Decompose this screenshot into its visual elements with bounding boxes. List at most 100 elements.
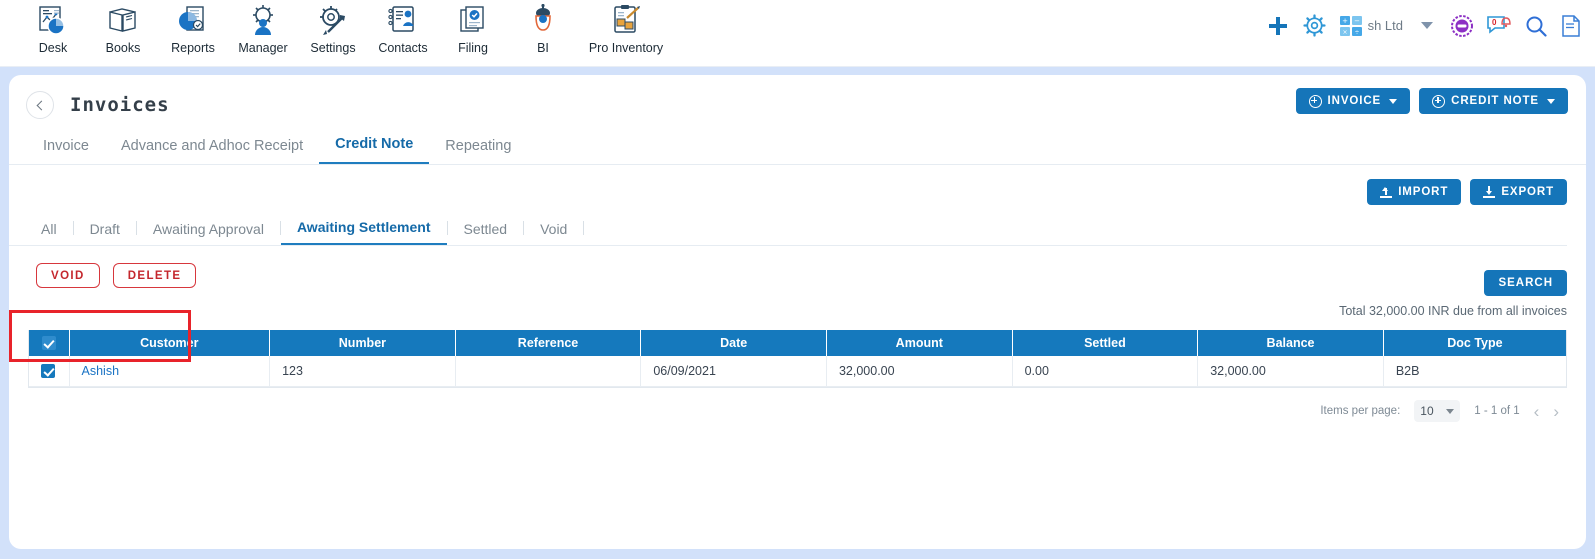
module-bi[interactable]: BI <box>508 4 578 55</box>
gear-icon <box>1302 14 1326 37</box>
reports-piechart-icon <box>179 6 204 31</box>
module-books[interactable]: Books <box>88 4 158 55</box>
module-settings[interactable]: Settings <box>298 4 368 55</box>
column-header-customer[interactable]: Customer <box>69 330 271 356</box>
new-credit-note-button[interactable]: CREDIT NOTE <box>1419 88 1568 114</box>
back-button[interactable] <box>26 91 54 119</box>
status-tab-void[interactable]: Void <box>524 221 583 245</box>
appbar-right-actions: + − × ÷ sh Ltd 0 <box>1267 14 1581 37</box>
new-invoice-label: INVOICE <box>1327 95 1382 107</box>
rewards-button[interactable] <box>1451 14 1473 37</box>
tab-repeating[interactable]: Repeating <box>429 138 527 164</box>
column-header-date[interactable]: Date <box>640 330 827 356</box>
notification-count: 0 <box>1492 17 1497 27</box>
column-header-reference[interactable]: Reference <box>455 330 642 356</box>
column-header-settled[interactable]: Settled <box>1012 330 1199 356</box>
manager-gear-person-icon <box>253 5 273 35</box>
chevron-down-icon <box>1446 408 1455 414</box>
import-button[interactable]: IMPORT <box>1367 179 1462 205</box>
cell-settled: 0.00 <box>1012 356 1199 387</box>
plus-icon <box>1268 16 1287 35</box>
select-all-header[interactable] <box>29 330 70 356</box>
company-dropdown-toggle[interactable] <box>1417 22 1437 29</box>
back-chevron-icon <box>36 100 47 110</box>
module-manager[interactable]: Manager <box>228 4 298 55</box>
column-header-amount[interactable]: Amount <box>826 330 1013 356</box>
notifications-button[interactable]: 0 <box>1487 15 1511 37</box>
module-label: Manager <box>238 41 288 55</box>
badge-icon <box>1451 14 1473 37</box>
page-header: Invoices INVOICE CREDIT NOTE <box>9 75 1586 119</box>
tab-advance-adhoc-receipt[interactable]: Advance and Adhoc Receipt <box>105 138 319 164</box>
books-open-book-icon <box>109 8 136 32</box>
column-header-doc-type[interactable]: Doc Type <box>1383 330 1566 356</box>
import-label: IMPORT <box>1398 186 1449 198</box>
global-search-button[interactable] <box>1525 15 1547 37</box>
cell-number: 123 <box>269 356 456 387</box>
status-tab-settled[interactable]: Settled <box>448 221 524 245</box>
download-icon <box>1483 186 1496 198</box>
module-label: Filing <box>458 41 488 55</box>
cell-reference <box>455 356 642 387</box>
table-header-row: Customer Number Reference Date Amount Se… <box>29 330 1566 356</box>
upload-icon <box>1380 186 1393 198</box>
row-select-cell[interactable] <box>29 356 70 387</box>
table-row: Ashish 123 06/09/2021 32,000.00 0.00 32,… <box>29 356 1566 387</box>
status-tab-awaiting-settlement[interactable]: Awaiting Settlement <box>280 219 447 245</box>
total-due-text: Total 32,000.00 INR due from all invoice… <box>1339 304 1567 318</box>
search-icon <box>1526 16 1547 37</box>
module-desk[interactable]: Desk <box>18 4 88 55</box>
chevron-down-icon <box>1389 98 1398 104</box>
void-button[interactable]: VOID <box>36 263 100 288</box>
svg-text:−: − <box>1354 17 1360 25</box>
module-reports[interactable]: Reports <box>158 4 228 55</box>
document-shortcut-button[interactable] <box>1561 14 1581 37</box>
tab-invoice[interactable]: Invoice <box>27 138 105 164</box>
status-tab-awaiting-approval[interactable]: Awaiting Approval <box>137 221 280 245</box>
header-action-buttons: INVOICE CREDIT NOTE <box>1295 88 1568 114</box>
plus-circle-icon <box>1432 94 1446 108</box>
status-tab-draft[interactable]: Draft <box>74 221 136 245</box>
company-switcher[interactable]: + − × ÷ sh Ltd <box>1339 15 1403 36</box>
next-page-button[interactable]: › <box>1553 403 1559 420</box>
cell-date: 06/09/2021 <box>640 356 827 387</box>
filing-documents-icon <box>460 6 484 32</box>
module-label: Reports <box>171 41 215 55</box>
cell-doc-type: B2B <box>1383 356 1566 387</box>
company-name: sh Ltd <box>1367 18 1403 33</box>
svg-text:+: + <box>1342 17 1348 25</box>
tab-credit-note[interactable]: Credit Note <box>319 136 430 164</box>
tab-divider <box>583 221 585 235</box>
pagination-controls: Items per page: 10 1 - 1 of 1 ‹ › <box>9 388 1586 422</box>
module-contacts[interactable]: Contacts <box>368 4 438 55</box>
search-area: SEARCH Total 32,000.00 INR due from all … <box>9 270 1586 318</box>
module-label: Pro Inventory <box>588 41 664 55</box>
items-per-page-select[interactable]: 10 <box>1414 400 1461 422</box>
delete-button[interactable]: DELETE <box>112 263 197 288</box>
items-per-page-label: Items per page: <box>1320 405 1401 417</box>
customer-link[interactable]: Ashish <box>82 364 120 378</box>
calculator-icon: + − × ÷ <box>1339 15 1362 36</box>
module-filing[interactable]: Filing <box>438 4 508 55</box>
bi-robot-icon <box>535 4 551 31</box>
page-title: Invoices <box>70 94 170 116</box>
application-toolbar: Desk Books Reports Manager Settings Cont… <box>0 0 1595 67</box>
export-button[interactable]: EXPORT <box>1470 179 1567 205</box>
export-label: EXPORT <box>1501 186 1554 198</box>
add-button[interactable] <box>1267 15 1289 37</box>
cell-customer: Ashish <box>69 356 271 387</box>
module-label: BI <box>537 41 549 55</box>
module-pro-inventory[interactable]: Pro Inventory <box>578 4 674 55</box>
row-checkbox[interactable] <box>41 364 55 379</box>
chevron-down-icon <box>1421 22 1433 29</box>
column-header-number[interactable]: Number <box>269 330 456 356</box>
status-tab-all[interactable]: All <box>33 221 73 245</box>
search-button[interactable]: SEARCH <box>1484 270 1567 296</box>
module-launcher: Desk Books Reports Manager Settings Cont… <box>0 0 674 55</box>
previous-page-button[interactable]: ‹ <box>1534 403 1540 420</box>
column-header-balance[interactable]: Balance <box>1197 330 1384 356</box>
new-invoice-button[interactable]: INVOICE <box>1295 88 1411 114</box>
select-all-checkbox[interactable] <box>41 336 56 351</box>
content-card: Invoices INVOICE CREDIT NOTE Invoice Adv… <box>9 75 1586 549</box>
settings-button[interactable] <box>1302 14 1326 37</box>
